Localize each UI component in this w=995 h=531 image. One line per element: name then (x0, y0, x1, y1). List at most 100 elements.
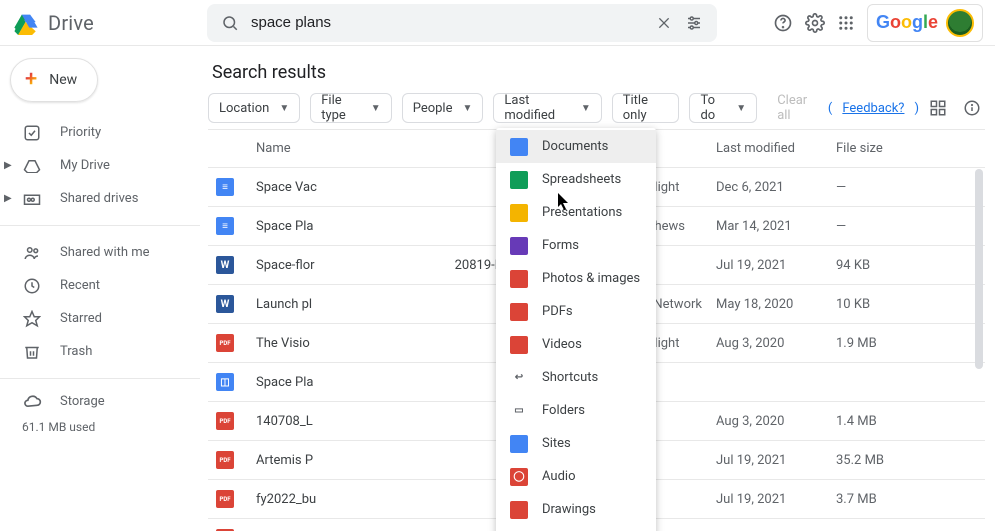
file-modified: Jul 19, 2021 (716, 258, 836, 273)
filetype-option[interactable]: Presentations (496, 196, 656, 229)
nav-primary: Priority ▶ My Drive ▶ Shared drives (0, 112, 200, 219)
chip-filetype[interactable]: File type▼ (310, 93, 391, 123)
caret-down-icon: ▼ (279, 103, 289, 114)
avatar[interactable] (946, 9, 974, 37)
trash-icon (22, 343, 42, 361)
filetype-option-icon (510, 138, 528, 156)
site-file-icon: ◫ (216, 373, 234, 391)
filetype-option-icon (510, 303, 528, 321)
drive-logo-icon (12, 11, 40, 35)
pdf-file-icon: PDF (216, 451, 234, 469)
filetype-option[interactable]: Archives (zip) (496, 526, 656, 531)
settings-gear-icon[interactable] (805, 13, 825, 33)
filetype-option-label: Audio (542, 469, 575, 484)
nav-secondary: Shared with me Recent Starred Trash (0, 232, 200, 372)
filetype-option-label: Presentations (542, 205, 622, 220)
product-name: Drive (48, 11, 94, 35)
sidebar-item-sharedwithme[interactable]: Shared with me (0, 236, 200, 269)
filetype-option-label: Shortcuts (542, 370, 598, 385)
caret-down-icon: ▼ (462, 103, 472, 114)
sidebar-item-label: My Drive (60, 158, 110, 173)
sidebar-item-shareddrives[interactable]: ▶ Shared drives (0, 182, 200, 215)
filetype-option[interactable]: Photos & images (496, 262, 656, 295)
filetype-option-label: PDFs (542, 304, 573, 319)
caret-down-icon: ▼ (581, 103, 591, 114)
cursor-icon (558, 193, 572, 211)
sidebar-item-priority[interactable]: Priority (0, 116, 200, 149)
search-icon[interactable] (215, 8, 245, 38)
sidebar-item-label: Shared drives (60, 191, 138, 206)
filetype-option-icon: ↩ (510, 369, 528, 387)
clear-search-icon[interactable] (649, 8, 679, 38)
apps-grid-icon[interactable] (837, 14, 855, 32)
filetype-option-label: Drawings (542, 502, 596, 517)
filetype-option[interactable]: Documents (496, 130, 656, 163)
chevron-right-icon[interactable]: ▶ (4, 193, 12, 204)
filetype-option[interactable]: Videos (496, 328, 656, 361)
filetype-option-icon (510, 171, 528, 189)
scrollbar[interactable] (975, 169, 983, 369)
filetype-option[interactable]: Sites (496, 427, 656, 460)
filetype-option-label: Spreadsheets (542, 172, 621, 187)
sidebar-item-label: Recent (60, 278, 100, 293)
logo-area[interactable]: Drive (12, 11, 207, 35)
search-input[interactable] (245, 14, 649, 31)
file-size: 10 KB (836, 297, 936, 312)
header: Drive Google (0, 0, 995, 46)
sidebar-item-trash[interactable]: Trash (0, 335, 200, 368)
filetype-option-label: Forms (542, 238, 579, 253)
sidebar-item-mydrive[interactable]: ▶ My Drive (0, 149, 200, 182)
search-options-icon[interactable] (679, 8, 709, 38)
filetype-option[interactable]: PDFs (496, 295, 656, 328)
sidebar-item-label: Priority (60, 125, 101, 140)
shareddrives-icon (22, 192, 42, 206)
help-icon[interactable] (773, 13, 793, 33)
chip-people[interactable]: People▼ (402, 93, 484, 123)
chip-titleonly[interactable]: Title only (612, 93, 680, 123)
feedback-link[interactable]: Feedback? (842, 101, 904, 116)
main: Search results Location▼ File type▼ Peop… (200, 46, 995, 531)
sidebar: + New Priority ▶ My Drive ▶ Shared drive… (0, 46, 200, 531)
sidebar-item-storage[interactable]: Storage (0, 385, 200, 418)
col-modified[interactable]: Last modified (716, 141, 836, 156)
filetype-option[interactable]: Spreadsheets (496, 163, 656, 196)
filetype-option-label: Photos & images (542, 271, 640, 286)
sidebar-item-starred[interactable]: Starred (0, 302, 200, 335)
sidebar-item-recent[interactable]: Recent (0, 269, 200, 302)
caret-down-icon: ▼ (736, 103, 746, 114)
chip-todo[interactable]: To do▼ (689, 93, 757, 123)
chevron-right-icon[interactable]: ▶ (4, 160, 12, 171)
plus-icon: + (25, 69, 37, 91)
file-size: 94 KB (836, 258, 936, 273)
chip-lastmodified[interactable]: Last modified▼ (493, 93, 601, 123)
filetype-option[interactable]: ◯Audio (496, 460, 656, 493)
google-wordmark: Google (876, 12, 938, 33)
filetype-option-icon (510, 204, 528, 222)
filetype-option[interactable]: ▭Folders (496, 394, 656, 427)
search-bar (207, 4, 717, 42)
file-size: 35.2 MB (836, 453, 936, 468)
pdf-file-icon: PDF (216, 334, 234, 352)
filetype-option-icon (510, 435, 528, 453)
account-chip[interactable]: Google (867, 4, 983, 42)
col-size[interactable]: File size (836, 141, 936, 156)
filter-chip-row: Location▼ File type▼ People▼ Last modifi… (208, 93, 985, 123)
doc-file-icon: ≡ (216, 178, 234, 196)
new-button[interactable]: + New (10, 58, 98, 102)
filetype-option-icon (510, 237, 528, 255)
view-grid-icon[interactable] (929, 99, 947, 117)
pdf-file-icon: PDF (216, 412, 234, 430)
filetype-option[interactable]: Forms (496, 229, 656, 262)
details-info-icon[interactable] (963, 99, 981, 117)
filetype-option[interactable]: ↩ Shortcuts (496, 361, 656, 394)
file-size: — (836, 219, 936, 234)
cloud-icon (22, 395, 42, 409)
file-modified: May 18, 2020 (716, 297, 836, 312)
word-file-icon: W (216, 256, 234, 274)
filetype-option[interactable]: Drawings (496, 493, 656, 526)
pdf-file-icon: PDF (216, 490, 234, 508)
clear-all-link[interactable]: Clear all (777, 93, 818, 123)
chip-location[interactable]: Location▼ (208, 93, 300, 123)
filetype-option-icon: ▭ (510, 402, 528, 420)
sidebar-item-label: Shared with me (60, 245, 150, 260)
